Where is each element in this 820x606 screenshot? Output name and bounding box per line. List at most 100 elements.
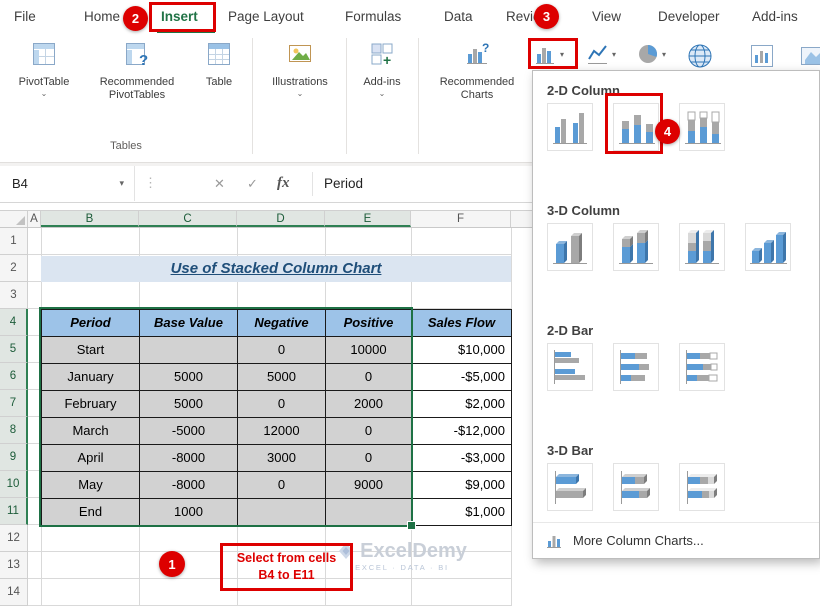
select-all-corner[interactable] [0,211,28,227]
column-header-e[interactable]: E [325,211,411,227]
tab-home[interactable]: Home [84,0,120,34]
tab-formulas[interactable]: Formulas [345,0,401,34]
formula-input[interactable]: Period [324,166,363,201]
cell-f6[interactable]: -$5,000 [412,364,512,391]
cell-d8[interactable]: 12000 [238,418,326,445]
tab-insert[interactable]: Insert [161,0,198,34]
more-column-charts-item[interactable]: More Column Charts... [533,522,819,558]
row-header-2[interactable]: 2 [0,255,28,282]
row-header-14[interactable]: 14 [0,579,28,606]
cell-e6[interactable]: 0 [326,364,412,391]
insert-pie-chart-button[interactable]: ▾ [636,42,666,66]
thumb-stacked-bar[interactable] [613,343,659,391]
cell-d5[interactable]: 0 [238,337,326,364]
tab-developer[interactable]: Developer [658,0,720,34]
cell-c8[interactable]: -5000 [140,418,238,445]
insert-column-chart-button[interactable]: ▾ [534,42,564,66]
table-header-period[interactable]: Period [42,310,140,337]
recommended-charts-button[interactable]: ? Recommended Charts [424,40,530,102]
cell-c5[interactable] [140,337,238,364]
cell-c11[interactable]: 1000 [140,499,238,526]
cell-c10[interactable]: -8000 [140,472,238,499]
cell-e10[interactable]: 9000 [326,472,412,499]
thumb-clustered-column[interactable] [547,103,593,151]
thumb-3d-clustered-column[interactable] [547,223,593,271]
cell-e7[interactable]: 2000 [326,391,412,418]
name-box[interactable]: B4 ▾ [0,166,135,201]
cell-f10[interactable]: $9,000 [412,472,512,499]
thumb-100pct-stacked-column[interactable] [679,103,725,151]
cell-c6[interactable]: 5000 [140,364,238,391]
table-header-positive[interactable]: Positive [326,310,412,337]
insert-function-icon[interactable]: fx [277,166,290,201]
thumb-3d-100pct-stacked-bar[interactable] [679,463,725,511]
row-header-4[interactable]: 4 [0,309,28,336]
row-header-8[interactable]: 8 [0,417,28,444]
cell-f8[interactable]: -$12,000 [412,418,512,445]
column-header-a[interactable]: A [28,211,41,227]
cell-e9[interactable]: 0 [326,445,412,472]
row-header-12[interactable]: 12 [0,525,28,552]
add-ins-button[interactable]: + Add-ins ⌄ [352,40,412,99]
cell-f11[interactable]: $1,000 [412,499,512,526]
column-header-f[interactable]: F [411,211,511,227]
table-button[interactable]: Table [192,40,246,89]
row-header-10[interactable]: 10 [0,471,28,498]
thumb-100pct-stacked-bar[interactable] [679,343,725,391]
cell-b10[interactable]: May [42,472,140,499]
cell-f5[interactable]: $10,000 [412,337,512,364]
thumb-stacked-column[interactable] [613,103,659,151]
pivotchart-button[interactable] [748,42,776,70]
column-header-d[interactable]: D [237,211,325,227]
enter-icon[interactable]: ✓ [247,166,258,201]
cell-b5[interactable]: Start [42,337,140,364]
recommended-pivottables-button[interactable]: ? Recommended PivotTables [84,40,190,102]
row-header-9[interactable]: 9 [0,444,28,471]
tab-data[interactable]: Data [444,0,473,34]
cell-e11[interactable] [326,499,412,526]
cell-f9[interactable]: -$3,000 [412,445,512,472]
tour-button[interactable] [798,42,820,70]
tab-view[interactable]: View [592,0,621,34]
cell-b6[interactable]: January [42,364,140,391]
formula-bar-handle[interactable]: ⋮ [144,175,157,191]
cell-b7[interactable]: February [42,391,140,418]
insert-line-chart-button[interactable]: ▾ [586,42,616,66]
row-header-5[interactable]: 5 [0,336,28,363]
tab-page-layout[interactable]: Page Layout [228,0,304,34]
row-header-6[interactable]: 6 [0,363,28,390]
cell-d10[interactable]: 0 [238,472,326,499]
cell-f7[interactable]: $2,000 [412,391,512,418]
thumb-3d-100pct-stacked-column[interactable] [679,223,725,271]
cell-d6[interactable]: 5000 [238,364,326,391]
cell-d7[interactable]: 0 [238,391,326,418]
column-header-c[interactable]: C [139,211,237,227]
cancel-icon[interactable]: ✕ [214,166,225,201]
fill-handle[interactable] [407,521,416,530]
cell-b8[interactable]: March [42,418,140,445]
pivottable-button[interactable]: PivotTable ⌄ [6,40,82,99]
cell-b11[interactable]: End [42,499,140,526]
cell-e8[interactable]: 0 [326,418,412,445]
cell-c9[interactable]: -8000 [140,445,238,472]
thumb-clustered-bar[interactable] [547,343,593,391]
row-header-7[interactable]: 7 [0,390,28,417]
cell-c7[interactable]: 5000 [140,391,238,418]
illustrations-button[interactable]: Illustrations ⌄ [260,40,340,99]
row-header-11[interactable]: 11 [0,498,28,525]
tab-add-ins[interactable]: Add-ins [752,0,798,34]
table-header-negative[interactable]: Negative [238,310,326,337]
cell-d11[interactable] [238,499,326,526]
thumb-3d-stacked-column[interactable] [613,223,659,271]
row-header-13[interactable]: 13 [0,552,28,579]
table-header-base-value[interactable]: Base Value [140,310,238,337]
thumb-3d-stacked-bar[interactable] [613,463,659,511]
table-header-sales-flow[interactable]: Sales Flow [412,310,512,337]
thumb-3d-clustered-bar[interactable] [547,463,593,511]
cell-d9[interactable]: 3000 [238,445,326,472]
row-header-3[interactable]: 3 [0,282,28,309]
cell-b9[interactable]: April [42,445,140,472]
row-header-1[interactable]: 1 [0,228,28,255]
cell-e5[interactable]: 10000 [326,337,412,364]
tab-file[interactable]: File [14,0,36,34]
